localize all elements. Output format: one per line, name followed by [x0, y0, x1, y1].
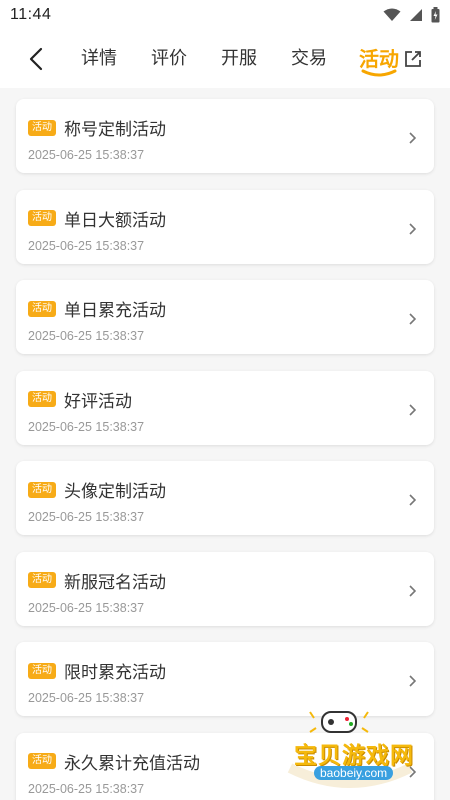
activity-title: 单日大额活动: [64, 210, 166, 231]
site-watermark: 宝贝游戏网 baobeiy.com: [270, 706, 430, 792]
tab-reviews[interactable]: 评价: [134, 39, 204, 79]
activity-badge: 活动: [28, 391, 56, 407]
activity-card[interactable]: 活动 新服冠名活动 2025-06-25 15:38:37: [16, 551, 434, 626]
activity-title: 好评活动: [64, 391, 132, 412]
watermark-domain: baobeiy.com: [314, 766, 394, 780]
cell-signal-icon: [410, 9, 422, 21]
tab-bar: 详情 评价 开服 交易 活动: [64, 39, 414, 79]
chevron-right-icon: [409, 132, 416, 144]
activity-card[interactable]: 活动 称号定制活动 2025-06-25 15:38:37: [16, 99, 434, 173]
activity-title: 永久累计充值活动: [64, 753, 200, 774]
activity-badge: 活动: [28, 753, 56, 769]
activity-title: 单日累充活动: [64, 301, 166, 321]
activity-badge: 活动: [28, 210, 56, 226]
status-time: 11:44: [10, 6, 52, 23]
tab-label: 评价: [151, 48, 187, 69]
tab-trade[interactable]: 交易: [274, 39, 344, 79]
tab-details[interactable]: 详情: [64, 39, 134, 79]
activity-badge: 活动: [28, 119, 56, 136]
activity-list: 活动 称号定制活动 2025-06-25 15:38:37 活动 单日大额活动 …: [16, 99, 434, 800]
activity-title: 称号定制活动: [64, 120, 166, 140]
external-link-icon: [405, 51, 421, 67]
tab-label: 开服: [221, 48, 257, 69]
wifi-icon: [383, 8, 401, 21]
activity-time: 2025-06-25 15:38:37: [28, 691, 145, 705]
tab-label: 交易: [291, 48, 327, 69]
activity-time: 2025-06-25 15:38:37: [28, 600, 145, 615]
activity-card[interactable]: 活动 头像定制活动 2025-06-25 15:38:37: [16, 461, 434, 535]
active-tab-smile-underline: [361, 69, 397, 77]
battery-icon: [431, 7, 440, 23]
chevron-right-icon: [409, 313, 416, 325]
chevron-right-icon: [409, 584, 416, 597]
chevron-left-icon: [29, 47, 43, 71]
tab-label: 活动: [359, 47, 399, 71]
activity-card[interactable]: 活动 限时累充活动 2025-06-25 15:38:37: [16, 642, 434, 716]
activity-time: 2025-06-25 15:38:37: [28, 419, 145, 434]
status-bar: 11:44: [0, 0, 450, 30]
activity-time: 2025-06-25 15:38:37: [28, 329, 145, 343]
tab-server-open[interactable]: 开服: [204, 39, 274, 79]
tab-label: 详情: [81, 48, 117, 69]
activity-card[interactable]: 活动 单日累充活动 2025-06-25 15:38:37: [16, 280, 434, 354]
activity-badge: 活动: [28, 662, 56, 679]
chevron-right-icon: [409, 222, 416, 235]
chevron-right-icon: [409, 494, 416, 506]
status-icons: [383, 7, 440, 23]
chevron-right-icon: [409, 403, 416, 416]
activity-badge: 活动: [28, 300, 56, 317]
activity-card[interactable]: 活动 单日大额活动 2025-06-25 15:38:37: [16, 189, 434, 264]
watermark-text: 宝贝游戏网: [294, 743, 414, 769]
activity-time: 2025-06-25 15:38:37: [28, 510, 145, 524]
top-navigation: 详情 评价 开服 交易 活动: [0, 30, 450, 88]
chevron-right-icon: [409, 675, 416, 687]
back-button[interactable]: [14, 37, 58, 81]
activity-title: 新服冠名活动: [64, 572, 166, 593]
activity-badge: 活动: [28, 481, 56, 498]
activity-card[interactable]: 活动 好评活动 2025-06-25 15:38:37: [16, 370, 434, 445]
activity-time: 2025-06-25 15:38:37: [28, 238, 145, 253]
share-button[interactable]: [400, 46, 426, 72]
activity-title: 限时累充活动: [64, 663, 166, 683]
activity-title: 头像定制活动: [64, 482, 166, 502]
activity-time: 2025-06-25 15:38:37: [28, 148, 145, 162]
activity-badge: 活动: [28, 572, 56, 588]
